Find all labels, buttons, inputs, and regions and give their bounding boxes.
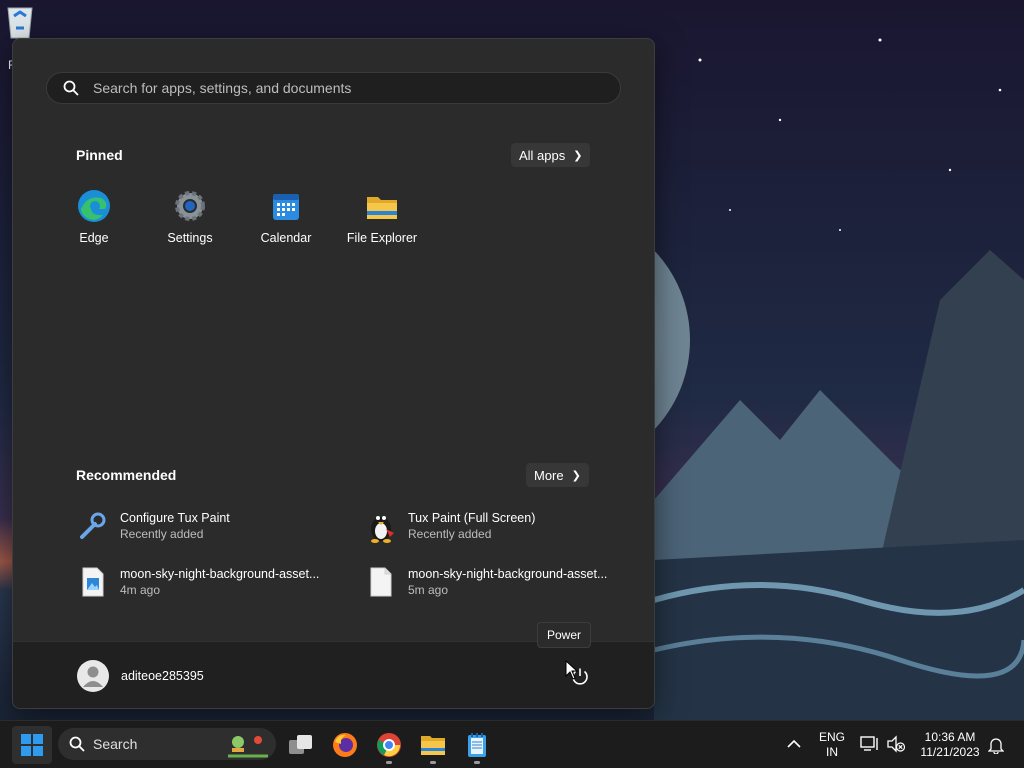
pinned-app-file-explorer[interactable]: File Explorer (334, 189, 430, 245)
pinned-app-settings[interactable]: Settings (142, 189, 238, 245)
recommended-item-name: Configure Tux Paint (120, 511, 230, 525)
pinned-title: Pinned (76, 147, 123, 163)
folder-icon (421, 736, 445, 755)
all-apps-label: All apps (519, 147, 566, 163)
recommended-title: Recommended (76, 467, 177, 483)
recommended-item-sub: 4m ago (120, 583, 161, 597)
pinned-app-edge[interactable]: Edge (46, 189, 142, 245)
clock-date: 11/21/2023 (920, 745, 980, 759)
start-search-input[interactable] (91, 79, 595, 97)
notification-bell-icon[interactable] (988, 736, 1004, 754)
clock-time: 10:36 AM (924, 730, 976, 744)
recommended-item-name: moon-sky-night-background-asset... (120, 567, 320, 581)
pinned-app-calendar[interactable]: Calendar (238, 189, 334, 245)
chrome-icon (377, 733, 401, 757)
recommended-item-sub: Recently added (120, 527, 204, 541)
taskbar-app-firefox[interactable] (329, 729, 361, 761)
folder-icon (367, 197, 397, 219)
settings-gear-icon (175, 191, 205, 221)
wrench-icon (80, 512, 106, 539)
pinned-apps-grid: Edge Settings Calendar File Explorer (46, 189, 430, 245)
start-button[interactable] (12, 726, 52, 764)
taskbar-app-file-explorer[interactable] (417, 729, 449, 764)
running-indicator (386, 761, 392, 764)
mouse-cursor-icon (565, 660, 579, 680)
edge-icon (78, 190, 110, 222)
pinned-app-label: File Explorer (346, 231, 418, 245)
recommended-item[interactable]: Configure Tux Paint Recently added (76, 509, 336, 543)
taskbar-app-notepad[interactable] (461, 729, 493, 764)
volume-muted-icon[interactable] (886, 735, 906, 753)
search-highlight-illustration-icon (228, 736, 268, 758)
user-name: aditeoe285395 (121, 669, 204, 683)
recommended-item-sub: Recently added (408, 527, 492, 541)
pinned-app-label: Calendar (260, 231, 312, 245)
task-view-button[interactable] (285, 729, 317, 761)
start-menu-footer: aditeoe285395 (13, 641, 654, 708)
recommended-item[interactable]: Tux Paint (Full Screen) Recently added (364, 509, 624, 543)
avatar (77, 660, 109, 692)
image-file-icon (82, 567, 104, 597)
pinned-app-label: Edge (79, 231, 109, 245)
taskbar-app-chrome[interactable] (373, 729, 405, 764)
recommended-item[interactable]: moon-sky-night-background-asset... 5m ag… (364, 565, 624, 599)
more-button[interactable]: More ❯ (526, 463, 589, 487)
power-tooltip: Power (537, 622, 592, 648)
taskbar: Search ENG IN 10:36 AM 11/21/2023 (0, 720, 1024, 768)
language-line1: ENG (818, 730, 845, 744)
search-icon (63, 80, 79, 96)
start-menu: Pinned All apps ❯ Edge Settings (12, 38, 655, 709)
taskbar-search[interactable]: Search (58, 728, 276, 760)
task-view-icon (289, 735, 312, 754)
calendar-icon (273, 194, 299, 220)
recommended-item-name: Tux Paint (Full Screen) (408, 511, 536, 525)
recycle-bin-icon[interactable] (0, 0, 40, 40)
recommended-item[interactable]: moon-sky-night-background-asset... 4m ag… (76, 565, 336, 599)
notepad-icon (468, 733, 486, 757)
windows-logo-icon (21, 734, 43, 756)
running-indicator (474, 761, 480, 764)
running-indicator (430, 761, 436, 764)
clock[interactable]: 10:36 AM 11/21/2023 (914, 730, 986, 760)
firefox-icon (333, 733, 357, 757)
recommended-item-sub: 5m ago (408, 583, 449, 597)
taskbar-search-label: Search (93, 736, 138, 752)
chevron-up-icon[interactable] (787, 739, 801, 749)
recommended-item-name: moon-sky-night-background-asset... (408, 567, 608, 581)
language-line2: IN (826, 745, 838, 759)
more-label: More (534, 467, 564, 483)
pinned-app-label: Settings (167, 231, 213, 245)
blank-file-icon (370, 567, 392, 597)
all-apps-button[interactable]: All apps ❯ (511, 143, 591, 167)
user-silhouette-icon (83, 666, 103, 687)
start-search-box[interactable] (46, 72, 621, 104)
chevron-right-icon: ❯ (573, 149, 583, 162)
user-account-button[interactable]: aditeoe285395 (77, 660, 204, 692)
chevron-right-icon: ❯ (571, 469, 581, 482)
tux-penguin-icon (371, 516, 394, 543)
network-monitor-icon[interactable] (860, 735, 880, 753)
search-icon (69, 736, 85, 752)
language-indicator[interactable]: ENG IN (815, 730, 849, 760)
